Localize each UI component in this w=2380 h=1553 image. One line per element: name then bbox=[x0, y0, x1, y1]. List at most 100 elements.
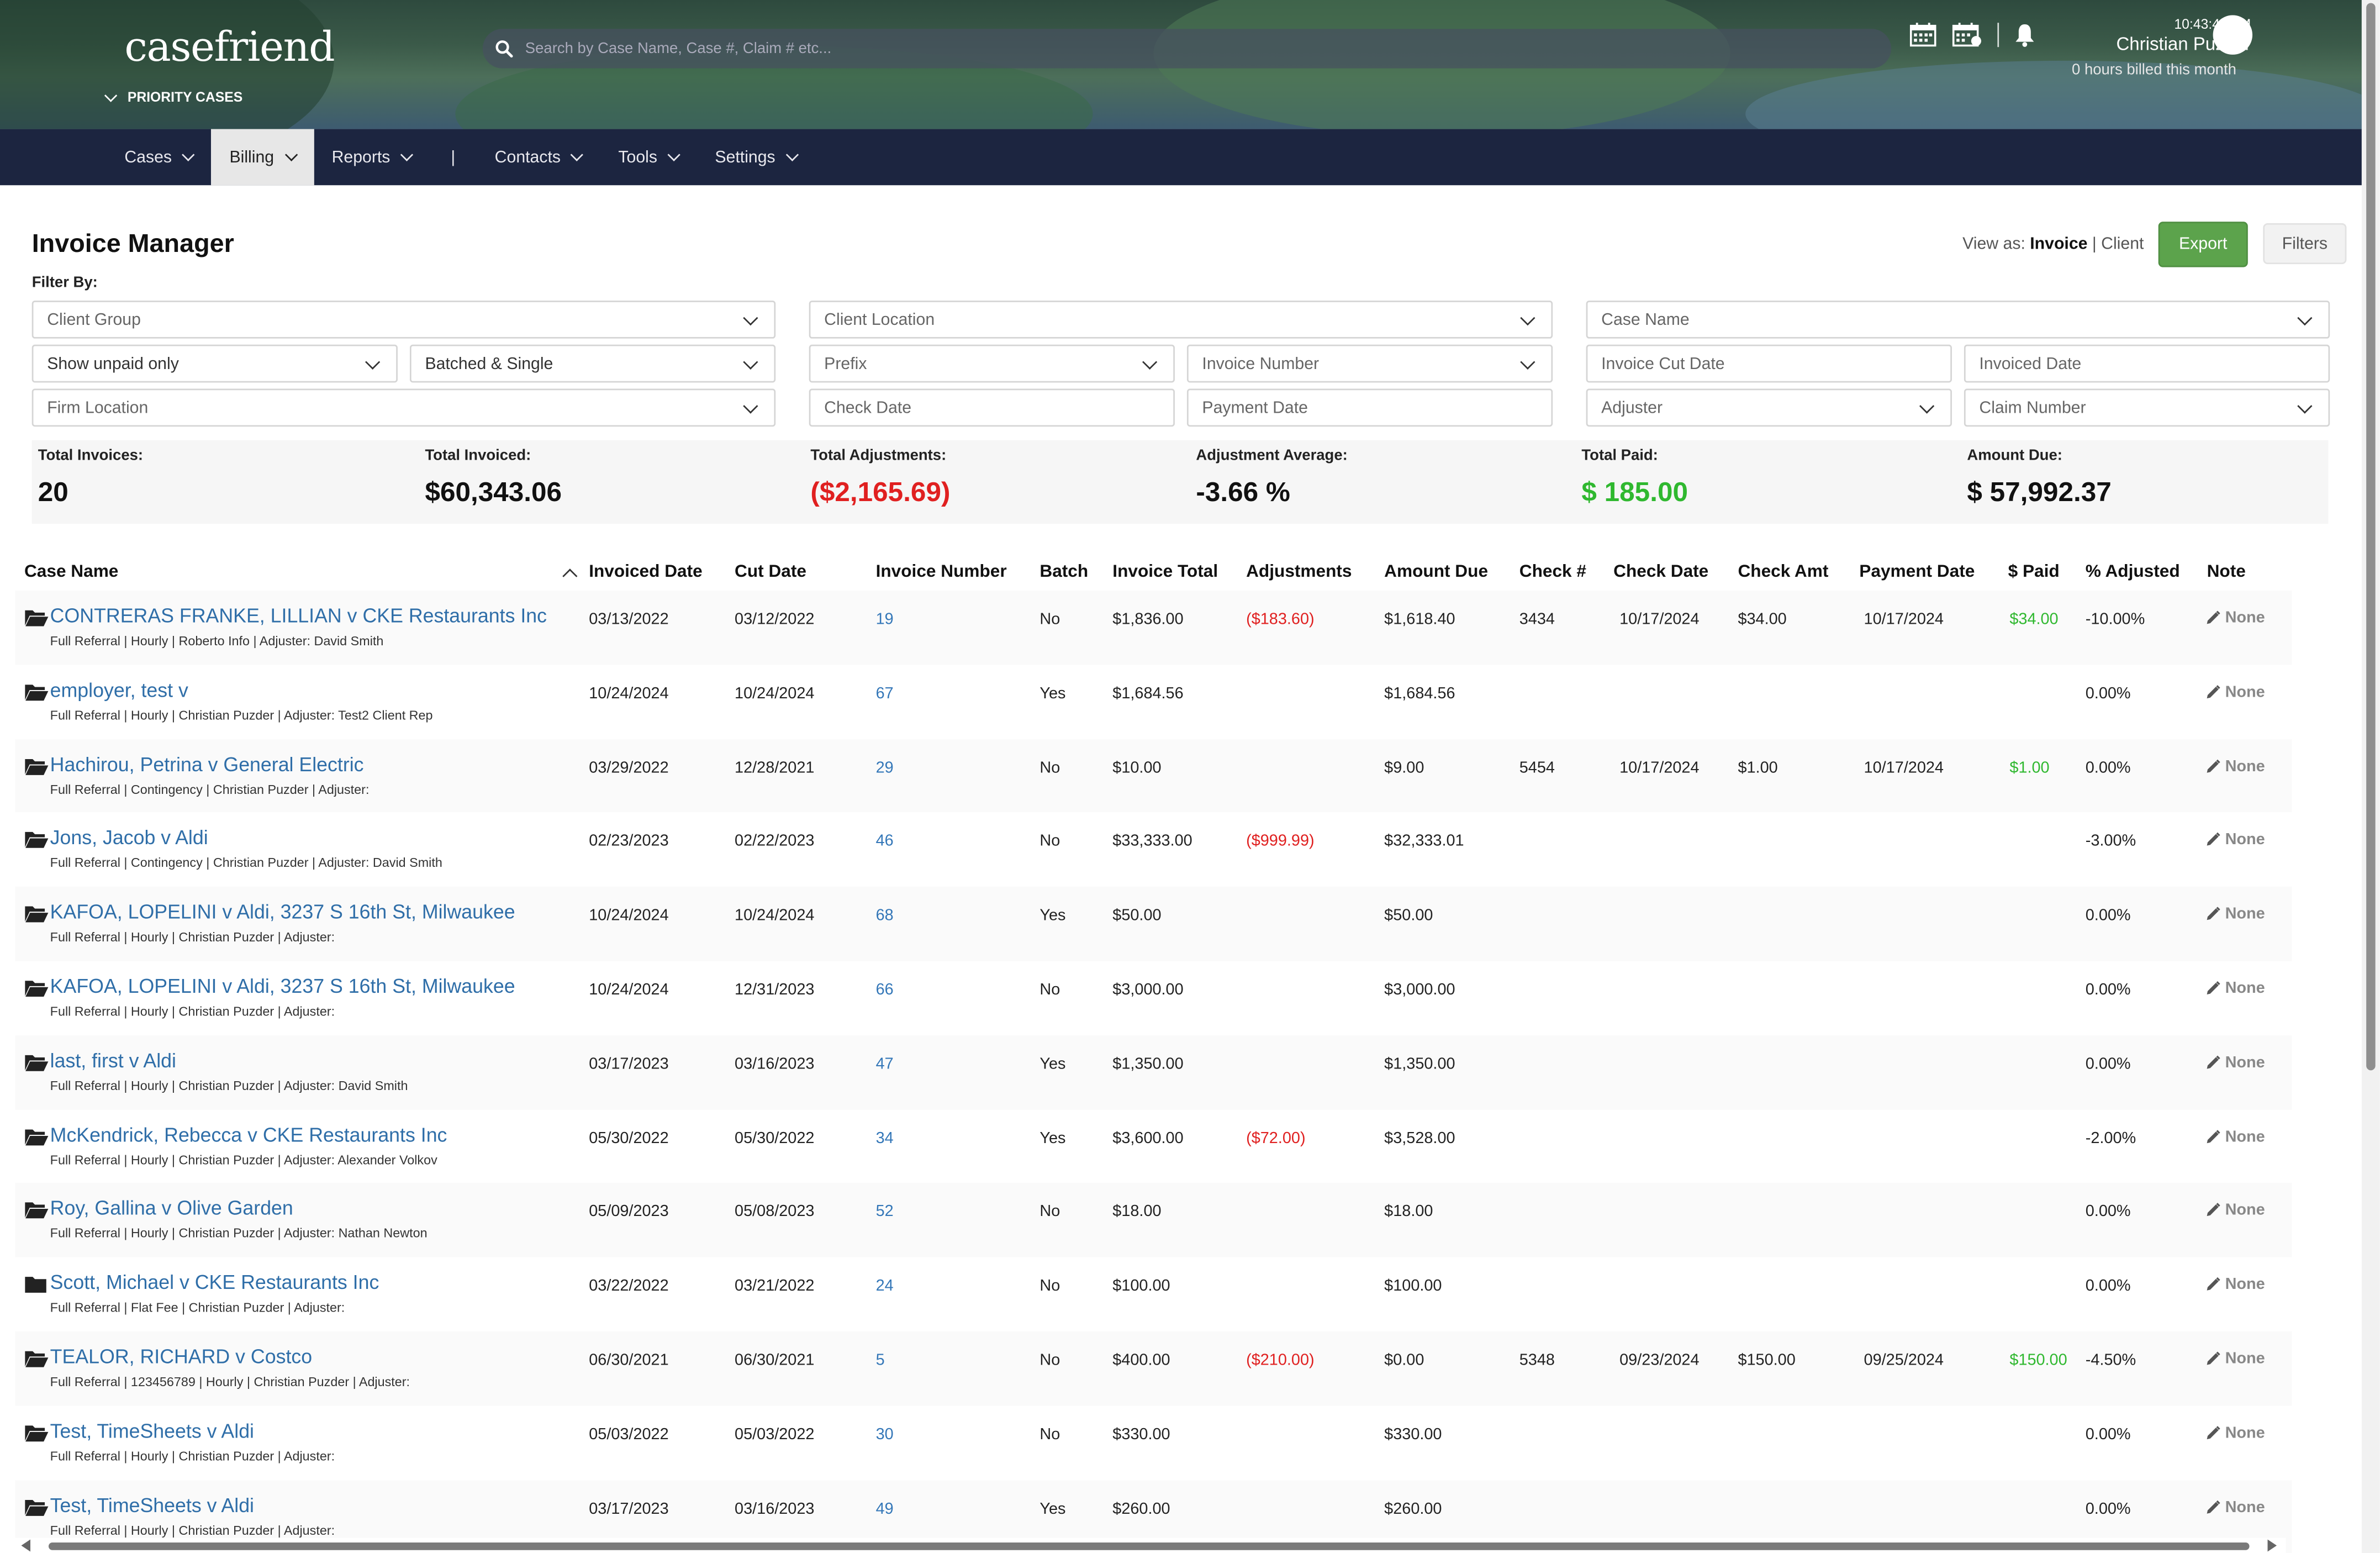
cell-inv[interactable]: 19 bbox=[876, 610, 894, 629]
col-note[interactable]: Note bbox=[2207, 564, 2246, 582]
vertical-scrollbar[interactable] bbox=[2361, 0, 2380, 1553]
client-location-select[interactable]: Client Location bbox=[809, 301, 1553, 339]
note-edit[interactable]: None bbox=[2205, 1276, 2265, 1294]
vertical-scroll-thumb[interactable] bbox=[2366, 3, 2376, 1071]
case-name-link[interactable]: Roy, Gallina v Olive Garden bbox=[50, 1197, 293, 1219]
cell-inv[interactable]: 47 bbox=[876, 1055, 894, 1073]
case-name-link[interactable]: employer, test v bbox=[50, 678, 188, 701]
cell-inv[interactable]: 66 bbox=[876, 981, 894, 999]
cell-inv[interactable]: 5 bbox=[876, 1351, 885, 1370]
case-name-link[interactable]: McKendrick, Rebecca v CKE Restaurants In… bbox=[50, 1123, 447, 1145]
table-row[interactable]: last, first v Aldi Full Referral | Hourly… bbox=[15, 1035, 2292, 1109]
cell-inv[interactable]: 67 bbox=[876, 685, 894, 703]
adjuster-select[interactable]: Adjuster bbox=[1586, 388, 1952, 427]
calendar-grid-icon[interactable] bbox=[1952, 21, 1982, 47]
table-row[interactable]: Roy, Gallina v Olive Garden Full Referral… bbox=[15, 1183, 2292, 1257]
prefix-select[interactable]: Prefix bbox=[809, 344, 1175, 383]
note-edit[interactable]: None bbox=[2205, 831, 2265, 849]
col-invoice-total[interactable]: Invoice Total bbox=[1112, 564, 1218, 582]
firm-location-select[interactable]: Firm Location bbox=[31, 388, 776, 427]
case-name-link[interactable]: TEALOR, RICHARD v Costco bbox=[50, 1345, 312, 1368]
note-edit[interactable]: None bbox=[2205, 1424, 2265, 1442]
horizontal-scroll-thumb[interactable] bbox=[48, 1542, 2250, 1550]
table-row[interactable]: employer, test v Full Referral | Hourly |… bbox=[15, 665, 2292, 739]
claim-number-select[interactable]: Claim Number bbox=[1964, 388, 2330, 427]
export-button[interactable]: Export bbox=[2158, 222, 2248, 267]
cell-inv[interactable]: 68 bbox=[876, 907, 894, 925]
case-name-link[interactable]: Scott, Michael v CKE Restaurants Inc bbox=[50, 1271, 379, 1294]
col-payment-date[interactable]: Payment Date bbox=[1859, 564, 1975, 582]
col-check-number[interactable]: Check # bbox=[1519, 564, 1586, 582]
invoice-cut-date-input[interactable]: Invoice Cut Date bbox=[1586, 344, 1952, 383]
client-group-select[interactable]: Client Group bbox=[31, 301, 776, 339]
col-paid[interactable]: $ Paid bbox=[2008, 564, 2060, 582]
nav-billing[interactable]: Billing bbox=[211, 129, 314, 186]
case-name-link[interactable]: Test, TimeSheets v Aldi bbox=[50, 1493, 254, 1516]
table-row[interactable]: Jons, Jacob v Aldi Full Referral | Contin… bbox=[15, 813, 2292, 887]
search-input[interactable] bbox=[525, 40, 1861, 57]
table-row[interactable]: Scott, Michael v CKE Restaurants Inc Full… bbox=[15, 1257, 2292, 1331]
cell-inv[interactable]: 46 bbox=[876, 833, 894, 851]
search-bar[interactable] bbox=[482, 29, 1892, 69]
view-as-invoice[interactable]: Invoice bbox=[2030, 235, 2087, 254]
cell-inv[interactable]: 29 bbox=[876, 759, 894, 777]
note-edit[interactable]: None bbox=[2205, 1202, 2265, 1220]
case-name-link[interactable]: last, first v Aldi bbox=[50, 1049, 176, 1071]
case-name-select[interactable]: Case Name bbox=[1586, 301, 2330, 339]
check-date-input[interactable]: Check Date bbox=[809, 388, 1175, 427]
note-edit[interactable]: None bbox=[2205, 1498, 2265, 1516]
avatar[interactable] bbox=[2213, 15, 2253, 55]
note-edit[interactable]: None bbox=[2205, 1128, 2265, 1146]
cell-inv[interactable]: 49 bbox=[876, 1499, 894, 1518]
nav-tools[interactable]: Tools bbox=[600, 129, 696, 186]
bell-icon[interactable] bbox=[2014, 22, 2035, 46]
scroll-left-arrow[interactable] bbox=[21, 1539, 30, 1552]
note-edit[interactable]: None bbox=[2205, 979, 2265, 997]
case-name-link[interactable]: Test, TimeSheets v Aldi bbox=[50, 1419, 254, 1442]
col-check-date[interactable]: Check Date bbox=[1613, 564, 1708, 582]
table-row[interactable]: TEALOR, RICHARD v Costco Full Referral | … bbox=[15, 1331, 2292, 1406]
cell-inv[interactable]: 34 bbox=[876, 1129, 894, 1147]
note-edit[interactable]: None bbox=[2205, 683, 2265, 701]
case-name-link[interactable]: Jons, Jacob v Aldi bbox=[50, 826, 208, 849]
unpaid-select[interactable]: Show unpaid only bbox=[31, 344, 398, 383]
table-row[interactable]: KAFOA, LOPELINI v Aldi, 3237 S 16th St, … bbox=[15, 961, 2292, 1035]
note-edit[interactable]: None bbox=[2205, 1054, 2265, 1072]
cell-inv[interactable]: 30 bbox=[876, 1425, 894, 1444]
filters-button[interactable]: Filters bbox=[2263, 223, 2347, 265]
table-row[interactable]: CONTRERAS FRANKE, LILLIAN v CKE Restaura… bbox=[15, 590, 2292, 665]
case-name-link[interactable]: CONTRERAS FRANKE, LILLIAN v CKE Restaura… bbox=[50, 604, 547, 627]
nav-cases[interactable]: Cases bbox=[106, 129, 211, 186]
case-name-link[interactable]: Hachirou, Petrina v General Electric bbox=[50, 752, 364, 775]
casefriend-logo[interactable]: casefriend bbox=[124, 24, 335, 71]
horizontal-scrollbar[interactable] bbox=[15, 1538, 2286, 1553]
sort-up-icon[interactable] bbox=[562, 568, 578, 584]
col-invoice-number[interactable]: Invoice Number bbox=[876, 564, 1007, 582]
nav-settings[interactable]: Settings bbox=[696, 129, 815, 186]
case-name-link[interactable]: KAFOA, LOPELINI v Aldi, 3237 S 16th St, … bbox=[50, 975, 515, 997]
scroll-right-arrow[interactable] bbox=[2267, 1539, 2277, 1552]
col-pct-adjusted[interactable]: % Adjusted bbox=[2086, 564, 2180, 582]
invoice-number-select[interactable]: Invoice Number bbox=[1186, 344, 1553, 383]
table-row[interactable]: KAFOA, LOPELINI v Aldi, 3237 S 16th St, … bbox=[15, 887, 2292, 961]
invoiced-date-input[interactable]: Invoiced Date bbox=[1964, 344, 2330, 383]
case-name-link[interactable]: KAFOA, LOPELINI v Aldi, 3237 S 16th St, … bbox=[50, 901, 515, 923]
col-batch[interactable]: Batch bbox=[1039, 564, 1088, 582]
col-invoiced-date[interactable]: Invoiced Date bbox=[589, 564, 702, 582]
note-edit[interactable]: None bbox=[2205, 1350, 2265, 1368]
col-amount-due[interactable]: Amount Due bbox=[1384, 564, 1488, 582]
cell-inv[interactable]: 24 bbox=[876, 1277, 894, 1296]
batched-select[interactable]: Batched & Single bbox=[409, 344, 776, 383]
calendar-icon[interactable] bbox=[1909, 21, 1936, 47]
payment-date-input[interactable]: Payment Date bbox=[1186, 388, 1553, 427]
col-check-amt[interactable]: Check Amt bbox=[1738, 564, 1828, 582]
col-cut-date[interactable]: Cut Date bbox=[735, 564, 806, 582]
view-as-client[interactable]: Client bbox=[2101, 235, 2144, 254]
col-adjustments[interactable]: Adjustments bbox=[1246, 564, 1352, 582]
table-row[interactable]: Test, TimeSheets v Aldi Full Referral | H… bbox=[15, 1405, 2292, 1480]
table-row[interactable]: Hachirou, Petrina v General Electric Full… bbox=[15, 739, 2292, 813]
note-edit[interactable]: None bbox=[2205, 905, 2265, 923]
note-edit[interactable]: None bbox=[2205, 757, 2265, 775]
cell-inv[interactable]: 52 bbox=[876, 1203, 894, 1221]
nav-contacts[interactable]: Contacts bbox=[477, 129, 600, 186]
